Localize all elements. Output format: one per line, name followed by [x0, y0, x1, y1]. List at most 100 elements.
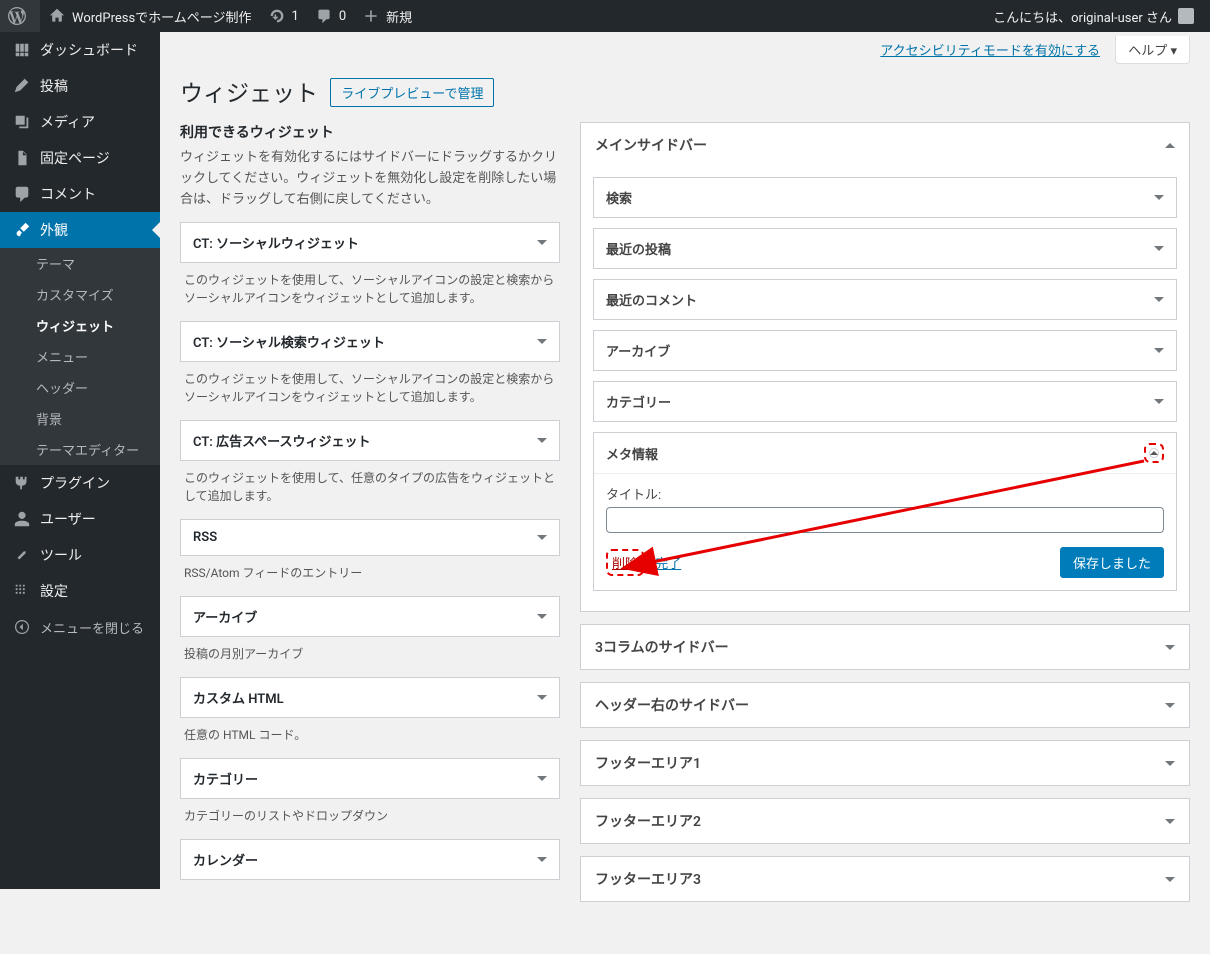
sidebar-main-title: メインサイドバー [595, 135, 707, 155]
collapse-label: メニューを閉じる [40, 618, 144, 637]
available-widget-desc: 任意の HTML コード。 [180, 718, 560, 758]
widget-header[interactable]: カテゴリー [594, 382, 1176, 421]
page-title: ウィジェット [180, 74, 318, 108]
settings-icon [12, 581, 32, 601]
chevron-up-icon[interactable] [1149, 448, 1159, 458]
menu-plugins[interactable]: プラグイン [0, 465, 160, 501]
sidebar-area: 3コラムのサイドバー [580, 624, 1190, 670]
sidebar-title: フッターエリア1 [595, 753, 701, 773]
widget-meta-title: メタ情報 [606, 444, 658, 463]
chevron-down-icon [537, 438, 547, 443]
done-link[interactable]: 完了 [655, 553, 681, 572]
widget-meta-header[interactable]: メタ情報 [594, 433, 1176, 473]
chevron-down-icon [537, 695, 547, 700]
widget-header[interactable]: 最近のコメント [594, 280, 1176, 319]
new-content-link[interactable]: 新規 [354, 0, 420, 32]
updates-link[interactable]: 1 [260, 0, 307, 32]
menu-comments[interactable]: コメント [0, 176, 160, 212]
sub-themes[interactable]: テーマ [0, 248, 160, 279]
available-widgets-desc: ウィジェットを有効化するにはサイドバーにドラッグするかクリックしてください。ウィ… [180, 148, 560, 210]
available-widget-desc: 投稿の月別アーカイブ [180, 637, 560, 677]
live-preview-button[interactable]: ライブプレビューで管理 [330, 78, 494, 107]
sub-background[interactable]: 背景 [0, 403, 160, 434]
menu-tools[interactable]: ツール [0, 537, 160, 573]
comment-icon [315, 7, 333, 25]
annotation-highlight-delete: 削除 [606, 549, 644, 576]
help-tab[interactable]: ヘルプ ▾ [1115, 36, 1190, 64]
available-widget[interactable]: RSS [180, 519, 560, 556]
avatar [1178, 8, 1194, 24]
available-widget-desc: カテゴリーのリストやドロップダウン [180, 799, 560, 839]
new-label: 新規 [386, 7, 412, 26]
wrench-icon [12, 545, 32, 565]
chevron-down-icon [1154, 348, 1164, 353]
available-widget-name: カテゴリー [193, 769, 258, 788]
widget-item: アーカイブ [593, 330, 1177, 371]
available-widget-name: RSS [193, 530, 217, 545]
accessibility-link[interactable]: アクセシビリティモードを有効にする [880, 44, 1100, 59]
available-widget-name: CT: ソーシャル検索ウィジェット [193, 332, 385, 351]
widget-title: 最近の投稿 [606, 239, 671, 258]
available-widget-desc: このウィジェットを使用して、任意のタイプの広告をウィジェットとして追加します。 [180, 461, 560, 519]
widget-header[interactable]: アーカイブ [594, 331, 1176, 370]
sidebar-title: フッターエリア2 [595, 811, 701, 831]
site-title-link[interactable]: WordPressでホームページ制作 [40, 0, 260, 32]
account-link[interactable]: こんにちは、 original-user さん [985, 0, 1202, 32]
appearance-submenu: テーマ カスタマイズ ウィジェット メニュー ヘッダー 背景 テーマエディター [0, 248, 160, 465]
comments-link[interactable]: 0 [307, 0, 354, 32]
menu-media[interactable]: メディア [0, 104, 160, 140]
wp-logo[interactable] [0, 0, 40, 32]
plugin-icon [12, 473, 32, 493]
chevron-down-icon [537, 240, 547, 245]
menu-posts[interactable]: 投稿 [0, 68, 160, 104]
saved-button[interactable]: 保存しました [1060, 547, 1164, 578]
widget-header[interactable]: 最近の投稿 [594, 229, 1176, 268]
chevron-down-icon [537, 339, 547, 344]
chevron-up-icon [1165, 143, 1175, 148]
collapse-menu[interactable]: メニューを閉じる [0, 609, 160, 645]
sidebar-header[interactable]: フッターエリア1 [581, 741, 1189, 785]
meta-title-input[interactable] [606, 507, 1164, 533]
menu-pages[interactable]: 固定ページ [0, 140, 160, 176]
sidebar-header[interactable]: 3コラムのサイドバー [581, 625, 1189, 669]
chevron-down-icon [1165, 703, 1175, 708]
menu-dashboard[interactable]: ダッシュボード [0, 32, 160, 68]
chevron-down-icon [1165, 877, 1175, 882]
widget-header[interactable]: 検索 [594, 178, 1176, 217]
sidebar-header[interactable]: フッターエリア3 [581, 857, 1189, 901]
pin-icon [12, 76, 32, 96]
chevron-down-icon [537, 776, 547, 781]
sub-widgets[interactable]: ウィジェット [0, 310, 160, 341]
sidebar-title: 3コラムのサイドバー [595, 637, 729, 657]
sub-header[interactable]: ヘッダー [0, 372, 160, 403]
available-widget[interactable]: CT: ソーシャルウィジェット [180, 222, 560, 263]
widget-item: カテゴリー [593, 381, 1177, 422]
sidebar-header[interactable]: ヘッダー右のサイドバー [581, 683, 1189, 727]
widget-item: 最近のコメント [593, 279, 1177, 320]
menu-users[interactable]: ユーザー [0, 501, 160, 537]
available-widget[interactable]: CT: 広告スペースウィジェット [180, 420, 560, 461]
available-widget[interactable]: カレンダー [180, 839, 560, 880]
menu-settings[interactable]: 設定 [0, 573, 160, 609]
widget-item: 最近の投稿 [593, 228, 1177, 269]
username: original-user さん [1071, 7, 1172, 26]
menu-settings-label: 設定 [40, 581, 68, 601]
sidebar-header[interactable]: フッターエリア2 [581, 799, 1189, 843]
available-widget-desc: このウィジェットを使用して、ソーシャルアイコンの設定と検索からソーシャルアイコン… [180, 263, 560, 321]
available-widget[interactable]: アーカイブ [180, 596, 560, 637]
annotation-highlight-toggle [1144, 443, 1164, 463]
available-widgets-title: 利用できるウィジェット [180, 122, 560, 142]
update-count: 1 [292, 9, 299, 24]
sub-customize[interactable]: カスタマイズ [0, 279, 160, 310]
sub-menus[interactable]: メニュー [0, 341, 160, 372]
available-widget[interactable]: CT: ソーシャル検索ウィジェット [180, 321, 560, 362]
menu-media-label: メディア [40, 112, 95, 132]
menu-appearance[interactable]: 外観 [0, 212, 160, 248]
chevron-down-icon [1165, 819, 1175, 824]
sub-editor[interactable]: テーマエディター [0, 434, 160, 465]
available-widget[interactable]: カスタム HTML [180, 677, 560, 718]
sidebar-main-header[interactable]: メインサイドバー [581, 123, 1189, 167]
delete-link[interactable]: 削除 [612, 553, 638, 572]
available-widget-name: カスタム HTML [193, 688, 284, 707]
available-widget[interactable]: カテゴリー [180, 758, 560, 799]
